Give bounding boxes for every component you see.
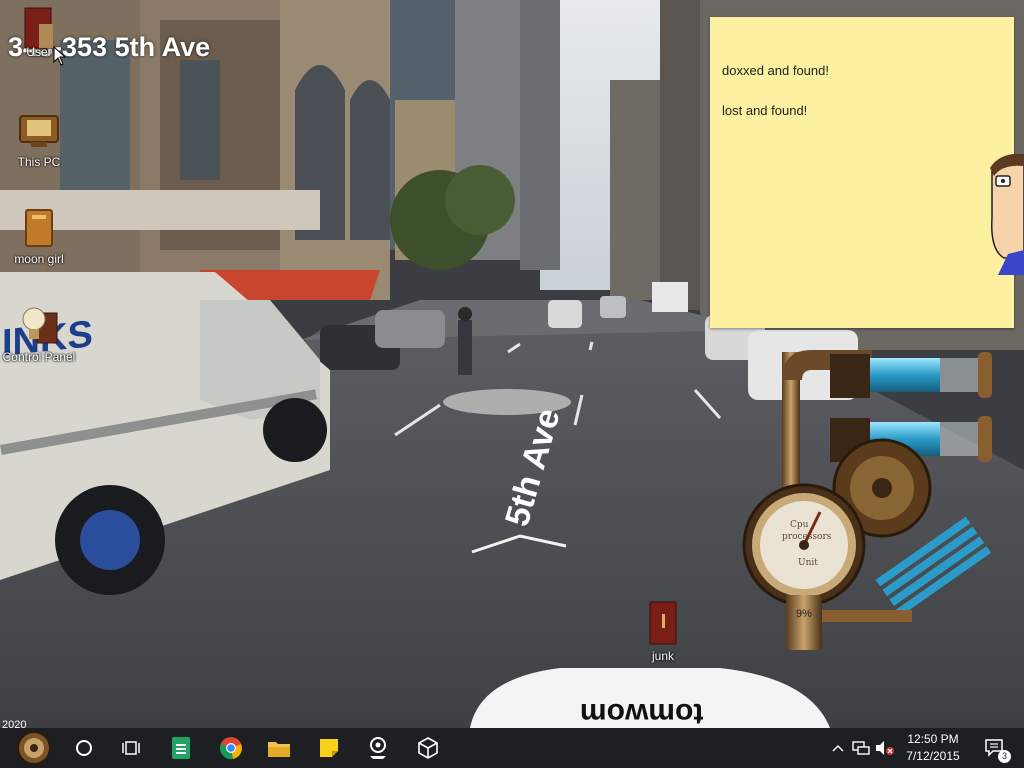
desktop-icon-junk[interactable]: junk — [624, 600, 702, 663]
taskbar-app-sheets[interactable] — [157, 728, 205, 768]
cortana-button[interactable] — [60, 728, 108, 768]
gauge-label-mid: processors — [782, 532, 832, 542]
taskbar-app-maps[interactable] — [354, 728, 402, 768]
gauge-label-bottom: Unit — [798, 558, 818, 568]
volume-button[interactable] — [874, 728, 896, 768]
gadget-graphic — [742, 350, 992, 650]
system-clock[interactable]: 12:50 PM 7/12/2015 — [894, 731, 972, 765]
chevron-up-icon — [832, 744, 844, 752]
task-view-button[interactable] — [107, 728, 155, 768]
maps-app-icon — [370, 737, 386, 759]
clock-time: 12:50 PM — [907, 732, 959, 746]
computer-chest-icon — [19, 115, 59, 147]
sticky-note[interactable]: doxxed and found! lost and found! — [710, 17, 1014, 328]
taskbar-app-chrome[interactable] — [207, 728, 255, 768]
sticky-note-line: doxxed and found! — [722, 63, 829, 78]
task-view-icon — [122, 741, 140, 755]
folder-icon — [649, 601, 677, 645]
unity-icon — [418, 737, 438, 759]
volume-muted-icon — [876, 741, 894, 755]
mouse-cursor-icon — [53, 46, 67, 66]
desktop-icon-this-pc[interactable]: This PC — [0, 108, 78, 169]
sheets-icon — [172, 737, 190, 759]
steampunk-cpu-gadget[interactable]: Cpu processors Unit — [742, 340, 1002, 652]
action-center-button[interactable]: 3 — [978, 728, 1012, 768]
cortana-circle-icon — [76, 740, 92, 756]
desktop-icon-label: This PC — [17, 155, 61, 169]
network-icon — [852, 741, 870, 755]
gauge-label-top: Cpu — [790, 520, 809, 530]
folder-icon — [25, 209, 53, 247]
cpu-percent-readout: 9% — [796, 608, 812, 620]
taskbar-app-unity[interactable] — [404, 728, 452, 768]
desktop-icon-label: Control Panel — [2, 350, 76, 364]
clock-date: 7/12/2015 — [906, 749, 960, 763]
show-hidden-icons-button[interactable] — [828, 728, 848, 768]
desktop-icon-label: junk — [651, 649, 674, 663]
network-button[interactable] — [850, 728, 872, 768]
desktop-icon-moon-girl[interactable]: moon girl — [0, 207, 78, 266]
chrome-icon — [220, 737, 242, 760]
file-explorer-icon — [268, 742, 290, 757]
desktop-icon-control-panel[interactable]: Control Panel — [0, 303, 78, 364]
desktop-icon-label: moon girl — [14, 252, 64, 266]
car-roof-brand: tomwom — [580, 697, 704, 730]
taskbar-app-file-explorer[interactable] — [255, 728, 303, 768]
sticky-note-line: lost and found! — [722, 103, 808, 118]
notification-count-badge: 3 — [998, 750, 1011, 763]
sticky-notes-icon — [320, 739, 338, 757]
taskbar-app-sticky-notes[interactable] — [305, 728, 353, 768]
cartoon-face-icon — [990, 153, 1024, 275]
steampunk-start-icon — [17, 731, 51, 765]
cartoon-character-widget[interactable] — [986, 150, 1024, 275]
taskbar: 12:50 PM 7/12/2015 3 — [0, 728, 1024, 768]
start-button[interactable] — [8, 728, 60, 768]
lightbulb-icon — [22, 307, 58, 344]
